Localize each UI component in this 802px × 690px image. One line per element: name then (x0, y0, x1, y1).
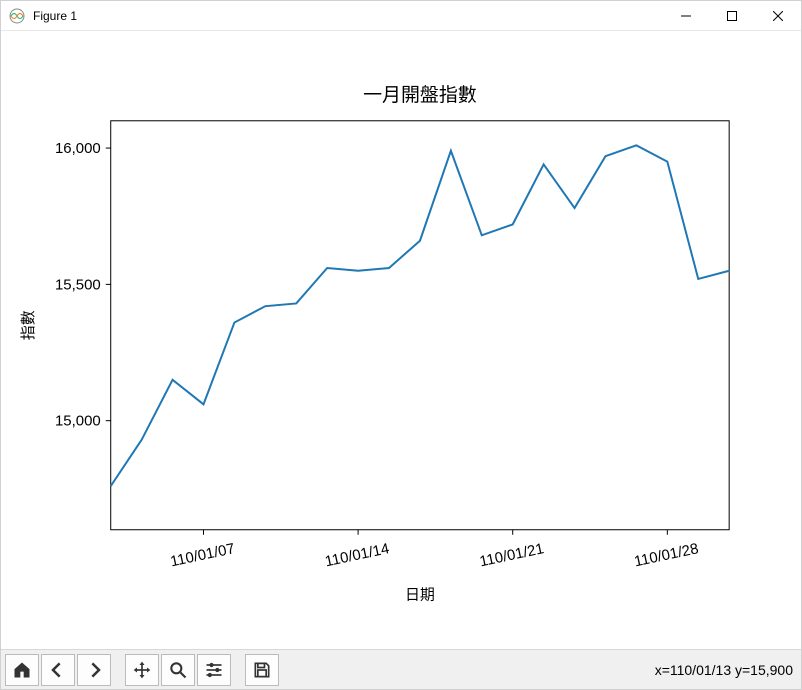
titlebar: Figure 1 (1, 1, 801, 31)
cursor-status: x=110/01/13 y=15,900 (655, 662, 793, 678)
toolbar: x=110/01/13 y=15,900 (1, 649, 801, 689)
save-button[interactable] (245, 654, 279, 686)
pan-button[interactable] (125, 654, 159, 686)
svg-text:15,500: 15,500 (55, 276, 101, 293)
zoom-button[interactable] (161, 654, 195, 686)
svg-text:110/01/14: 110/01/14 (323, 540, 391, 570)
configure-button[interactable] (197, 654, 231, 686)
minimize-button[interactable] (663, 1, 709, 31)
svg-text:指數: 指數 (20, 310, 37, 340)
back-button[interactable] (41, 654, 75, 686)
close-button[interactable] (755, 1, 801, 31)
window-title: Figure 1 (33, 9, 663, 23)
maximize-button[interactable] (709, 1, 755, 31)
app-icon (9, 8, 25, 24)
svg-text:日期: 日期 (405, 587, 435, 604)
svg-text:16,000: 16,000 (55, 140, 101, 157)
forward-button[interactable] (77, 654, 111, 686)
svg-text:110/01/07: 110/01/07 (169, 540, 237, 570)
home-button[interactable] (5, 654, 39, 686)
window-controls (663, 1, 801, 31)
svg-text:110/01/21: 110/01/21 (478, 540, 546, 570)
svg-text:一月開盤指數: 一月開盤指數 (363, 84, 477, 106)
chart-plot: 15,000 15,500 16,000 110/01/07 110/01/14 110/… (1, 31, 801, 649)
svg-text:110/01/28: 110/01/28 (633, 540, 701, 570)
figure-canvas[interactable]: 15,000 15,500 16,000 110/01/07 110/01/14 110/… (1, 31, 801, 649)
svg-text:15,000: 15,000 (55, 413, 101, 430)
